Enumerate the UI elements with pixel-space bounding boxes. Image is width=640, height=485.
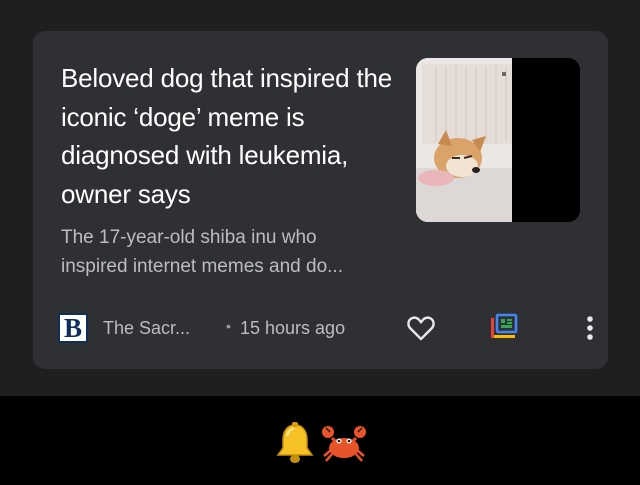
emoji-row [272, 420, 372, 466]
heart-outline-icon[interactable] [404, 311, 438, 345]
publisher-logo[interactable]: B [58, 313, 88, 343]
headline[interactable]: Beloved dog that inspired the iconic ‘do… [61, 59, 396, 213]
crab-icon [322, 426, 366, 462]
more-vertical-icon[interactable] [580, 313, 600, 343]
news-card[interactable]: Beloved dog that inspired the iconic ‘do… [33, 31, 608, 369]
snippet: The 17-year-old shiba inu who inspired i… [61, 227, 343, 277]
publisher-name[interactable]: The Sacr... [103, 318, 190, 339]
meta-separator: • [226, 318, 231, 334]
dog-photo-thumbnail [416, 58, 512, 222]
article-thumbnail[interactable] [416, 58, 580, 222]
article-meta: B The Sacr... • 15 hours ago [58, 311, 603, 345]
dog-photo [416, 58, 512, 222]
bell-icon [276, 422, 314, 463]
full-coverage-icon[interactable] [488, 313, 518, 343]
feed-background: Beloved dog that inspired the iconic ‘do… [0, 0, 640, 396]
publish-time: 15 hours ago [240, 318, 346, 338]
thumbnail-dark-area [512, 58, 580, 222]
bottom-bar [0, 396, 640, 485]
